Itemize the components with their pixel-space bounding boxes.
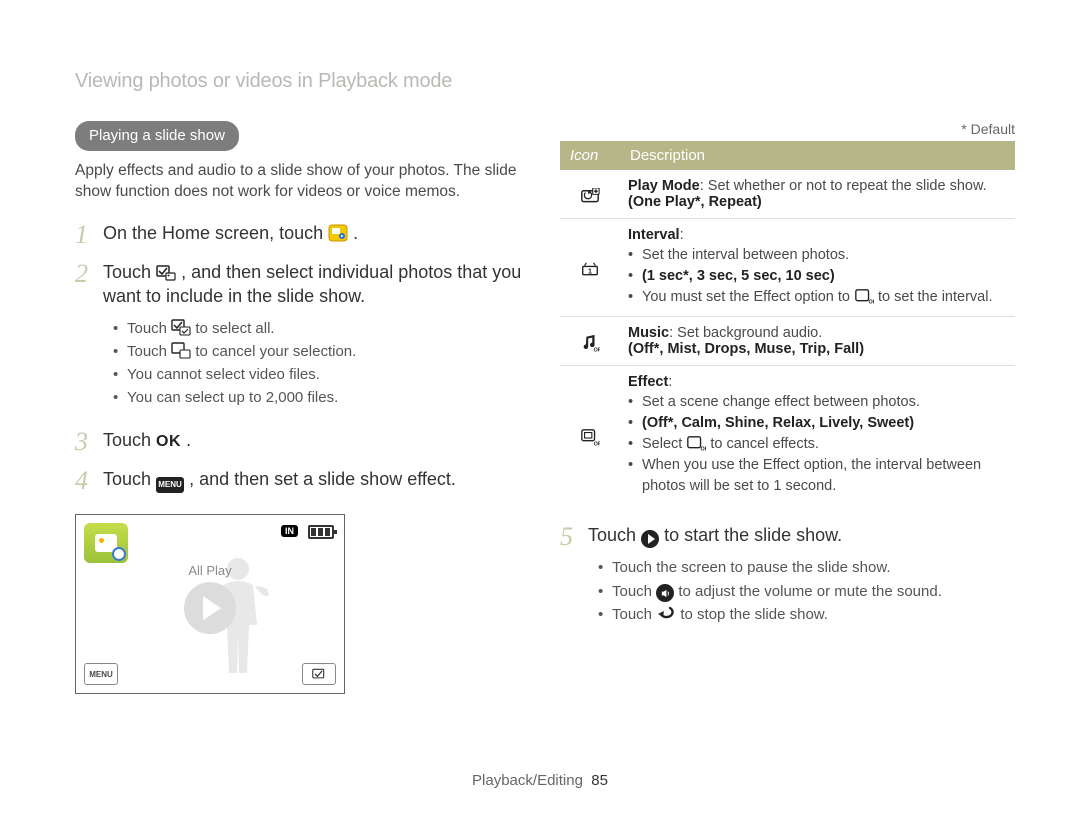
row-desc: : Set background audio. xyxy=(669,325,822,341)
step-4: 4 Touch MENU , and then set a slide show… xyxy=(75,467,530,494)
step-text: Touch xyxy=(103,430,156,450)
cancel-selection-icon xyxy=(171,341,191,359)
table-row: OFF Effect: Set a scene change effect be… xyxy=(560,366,1015,506)
row-desc: : Set whether or not to repeat the slide… xyxy=(700,178,987,194)
step-2: 2 Touch , and then select individual pho… xyxy=(75,260,530,416)
play-icon xyxy=(641,530,659,548)
default-note: * Default xyxy=(560,121,1015,137)
slideshow-thumb-icon xyxy=(84,523,128,563)
sub-bullet: Touch to adjust the volume or mute the s… xyxy=(598,580,1015,603)
row-bullet: You must set the Effect option to OFF to… xyxy=(628,287,1007,308)
step-text: . xyxy=(186,430,191,450)
step-3: 3 Touch OK . xyxy=(75,428,530,455)
step-text: Touch xyxy=(103,469,156,489)
ok-icon: OK xyxy=(156,433,181,450)
step-number: 3 xyxy=(75,428,103,455)
step-number: 1 xyxy=(75,221,103,248)
svg-text:1: 1 xyxy=(588,267,592,276)
row-title: Music xyxy=(628,325,669,341)
settings-table: Icon Description Play Mode: Set whether … xyxy=(560,141,1015,505)
row-bullet: Set the interval between photos. xyxy=(628,245,1007,266)
sub-bullet: Touch the screen to pause the slide show… xyxy=(598,556,1015,579)
step-text: Touch xyxy=(103,262,156,282)
effect-off-icon: OFF xyxy=(686,434,706,452)
play-mode-icon xyxy=(580,187,600,205)
step-number: 5 xyxy=(560,523,588,632)
footer-section: Playback/Editing xyxy=(472,772,583,789)
row-options: (Off*, Mist, Drops, Muse, Trip, Fall) xyxy=(628,341,864,357)
sub-bullet: You can select up to 2,000 files. xyxy=(113,386,530,409)
step-text: , and then set a slide show effect. xyxy=(189,469,456,489)
battery-icon xyxy=(308,525,334,539)
camera-screen-mock: IN All Play MENU xyxy=(75,514,345,694)
home-slideshow-icon xyxy=(328,224,348,242)
all-play-label: All Play xyxy=(76,563,344,578)
row-bullet: Set a scene change effect between photos… xyxy=(628,392,1007,413)
table-row: 1 Interval: Set the interval between pho… xyxy=(560,219,1015,317)
row-bullet: (Off*, Calm, Shine, Relax, Lively, Sweet… xyxy=(628,413,1007,434)
svg-text:OFF: OFF xyxy=(594,347,600,352)
sub-bullet: Touch to select all. xyxy=(113,317,530,340)
row-options: (One Play*, Repeat) xyxy=(628,194,762,210)
music-icon: OFF xyxy=(580,334,600,352)
table-row: Play Mode: Set whether or not to repeat … xyxy=(560,170,1015,219)
row-title: Interval xyxy=(628,227,680,243)
row-bullet: When you use the Effect option, the inte… xyxy=(628,455,1007,497)
interval-icon: 1 xyxy=(580,261,600,279)
row-title: Play Mode xyxy=(628,178,700,194)
step-text: Touch xyxy=(588,525,641,545)
menu-icon: MENU xyxy=(156,477,184,493)
sub-bullet: You cannot select video files. xyxy=(113,363,530,386)
svg-text:OFF: OFF xyxy=(701,447,706,452)
table-row: OFF Music: Set background audio. (Off*, … xyxy=(560,317,1015,366)
step-5: 5 Touch to start the slide show. Touch t… xyxy=(560,523,1015,632)
check-button xyxy=(302,663,336,685)
effect-icon: OFF xyxy=(580,428,600,446)
select-photos-icon xyxy=(156,263,176,281)
sub-bullet: Touch to cancel your selection. xyxy=(113,340,530,363)
right-column: * Default Icon Description Play xyxy=(560,121,1015,694)
step-1: 1 On the Home screen, touch . xyxy=(75,221,530,248)
step-text: On the Home screen, touch xyxy=(103,223,328,243)
row-bullet: Select OFF to cancel effects. xyxy=(628,434,1007,455)
row-title: Effect xyxy=(628,374,668,390)
menu-button: MENU xyxy=(84,663,118,685)
page-footer: Playback/Editing 85 xyxy=(0,772,1080,789)
row-bullet: (1 sec*, 3 sec, 5 sec, 10 sec) xyxy=(628,266,1007,287)
svg-text:OFF: OFF xyxy=(869,299,874,304)
svg-text:OFF: OFF xyxy=(594,441,600,446)
th-description: Description xyxy=(620,141,1015,170)
play-button-icon xyxy=(184,582,236,634)
in-badge: IN xyxy=(281,525,298,537)
step-number: 4 xyxy=(75,467,103,494)
speaker-icon xyxy=(656,584,674,602)
intro-text: Apply effects and audio to a slide show … xyxy=(75,161,530,203)
page-number: 85 xyxy=(591,772,608,789)
th-icon: Icon xyxy=(560,141,620,170)
breadcrumb: Viewing photos or videos in Playback mod… xyxy=(75,70,1015,93)
step-text: . xyxy=(353,223,358,243)
return-icon xyxy=(656,605,676,621)
left-column: Playing a slide show Apply effects and a… xyxy=(75,121,530,694)
step-number: 2 xyxy=(75,260,103,416)
effect-off-icon: OFF xyxy=(854,287,874,305)
section-pill: Playing a slide show xyxy=(75,121,239,151)
sub-bullet: Touch to stop the slide show. xyxy=(598,603,1015,626)
step-text: to start the slide show. xyxy=(664,525,842,545)
select-all-icon xyxy=(171,318,191,336)
